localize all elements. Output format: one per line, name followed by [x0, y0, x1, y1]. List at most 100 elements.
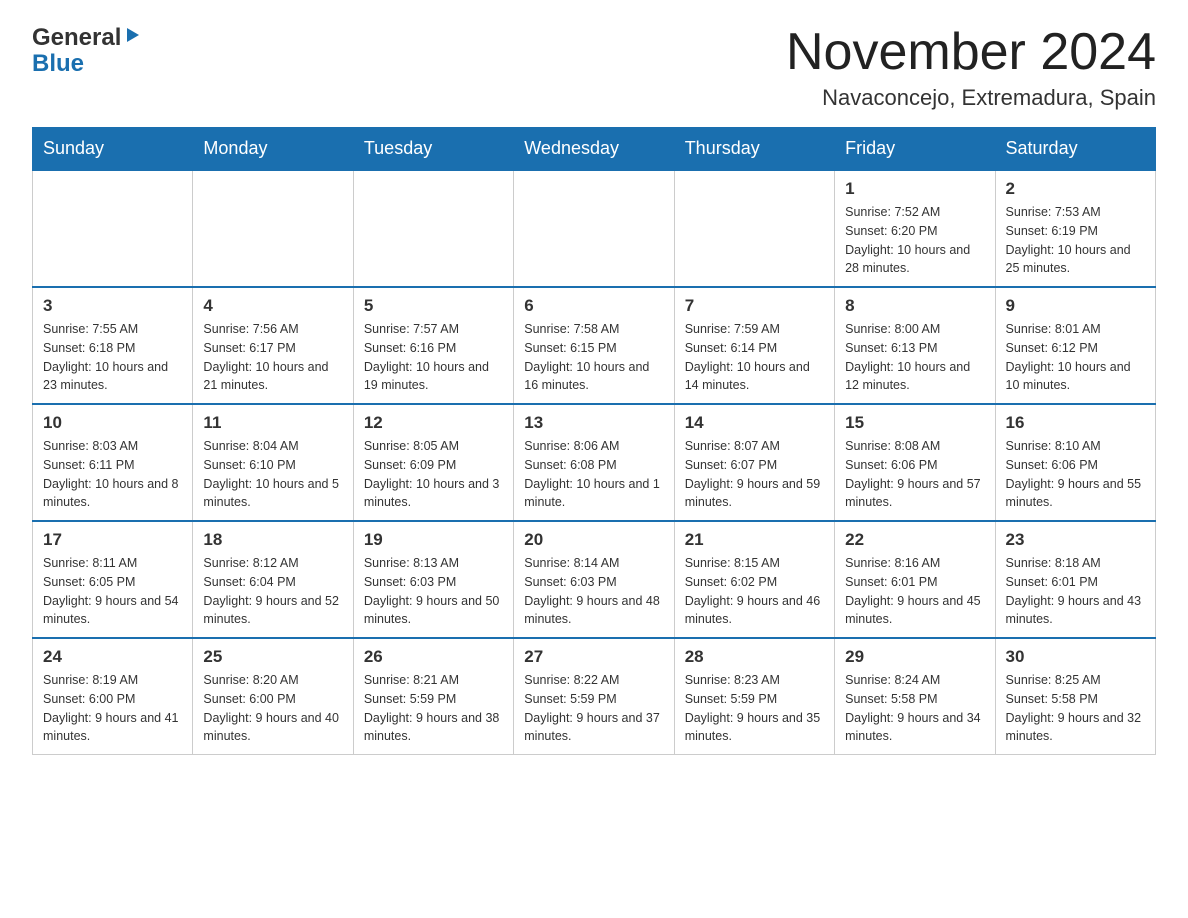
day-info: Sunrise: 7:53 AMSunset: 6:19 PMDaylight:… [1006, 203, 1145, 278]
calendar-cell: 30Sunrise: 8:25 AMSunset: 5:58 PMDayligh… [995, 638, 1155, 755]
calendar-cell: 21 Sunrise: 8:15 AMSunset: 6:02 PMDayligh… [674, 521, 834, 638]
calendar-cell: 7 Sunrise: 7:59 AMSunset: 6:14 PMDaylight… [674, 287, 834, 404]
calendar-cell: 22 Sunrise: 8:16 AMSunset: 6:01 PMDayligh… [835, 521, 995, 638]
day-info: Sunrise: 7:52 AMSunset: 6:20 PMDaylight:… [845, 203, 984, 278]
day-info: Sunrise: 8:24 AMSunset: 5:58 PMDaylight:… [845, 671, 984, 746]
day-number: 8 [845, 296, 984, 316]
day-info: Sunrise: 8:16 AMSunset: 6:01 PMDaylight:… [845, 554, 984, 629]
logo-triangle-icon [123, 26, 141, 49]
calendar-cell: 20 Sunrise: 8:14 AMSunset: 6:03 PMDayligh… [514, 521, 674, 638]
day-number: 25 [203, 647, 342, 667]
day-number: 1 [845, 179, 984, 199]
day-info: Sunrise: 8:22 AMSunset: 5:59 PMDaylight:… [524, 671, 663, 746]
logo-blue-text: Blue [32, 52, 84, 76]
weekday-header-row: SundayMondayTuesdayWednesdayThursdayFrid… [33, 128, 1156, 171]
calendar-cell: 9Sunrise: 8:01 AMSunset: 6:12 PMDaylight… [995, 287, 1155, 404]
day-info: Sunrise: 8:08 AMSunset: 6:06 PMDaylight:… [845, 437, 984, 512]
logo: General Blue [32, 24, 141, 76]
calendar-cell: 12Sunrise: 8:05 AMSunset: 6:09 PMDayligh… [353, 404, 513, 521]
day-number: 5 [364, 296, 503, 316]
week-row-3: 10Sunrise: 8:03 AMSunset: 6:11 PMDayligh… [33, 404, 1156, 521]
calendar-cell: 29 Sunrise: 8:24 AMSunset: 5:58 PMDayligh… [835, 638, 995, 755]
day-number: 24 [43, 647, 182, 667]
calendar-cell: 27 Sunrise: 8:22 AMSunset: 5:59 PMDayligh… [514, 638, 674, 755]
day-number: 29 [845, 647, 984, 667]
day-number: 15 [845, 413, 984, 433]
title-block: November 2024 Navaconcejo, Extremadura, … [786, 24, 1156, 111]
weekday-header-friday: Friday [835, 128, 995, 171]
day-info: Sunrise: 8:14 AMSunset: 6:03 PMDaylight:… [524, 554, 663, 629]
day-number: 27 [524, 647, 663, 667]
calendar-cell: 26Sunrise: 8:21 AMSunset: 5:59 PMDayligh… [353, 638, 513, 755]
calendar-cell: 16 Sunrise: 8:10 AMSunset: 6:06 PMDayligh… [995, 404, 1155, 521]
day-number: 19 [364, 530, 503, 550]
calendar-cell: 17Sunrise: 8:11 AMSunset: 6:05 PMDayligh… [33, 521, 193, 638]
day-info: Sunrise: 8:20 AMSunset: 6:00 PMDaylight:… [203, 671, 342, 746]
calendar-cell: 6 Sunrise: 7:58 AMSunset: 6:15 PMDaylight… [514, 287, 674, 404]
calendar-cell: 4 Sunrise: 7:56 AMSunset: 6:17 PMDaylight… [193, 287, 353, 404]
day-info: Sunrise: 8:12 AMSunset: 6:04 PMDaylight:… [203, 554, 342, 629]
day-number: 6 [524, 296, 663, 316]
calendar-cell [193, 170, 353, 287]
calendar-cell: 18 Sunrise: 8:12 AMSunset: 6:04 PMDayligh… [193, 521, 353, 638]
day-number: 2 [1006, 179, 1145, 199]
calendar-cell: 19 Sunrise: 8:13 AMSunset: 6:03 PMDayligh… [353, 521, 513, 638]
calendar-cell: 28Sunrise: 8:23 AMSunset: 5:59 PMDayligh… [674, 638, 834, 755]
day-number: 28 [685, 647, 824, 667]
calendar-cell: 3Sunrise: 7:55 AMSunset: 6:18 PMDaylight… [33, 287, 193, 404]
calendar-cell: 14Sunrise: 8:07 AMSunset: 6:07 PMDayligh… [674, 404, 834, 521]
day-number: 30 [1006, 647, 1145, 667]
day-number: 14 [685, 413, 824, 433]
day-number: 13 [524, 413, 663, 433]
calendar-cell: 10Sunrise: 8:03 AMSunset: 6:11 PMDayligh… [33, 404, 193, 521]
week-row-2: 3Sunrise: 7:55 AMSunset: 6:18 PMDaylight… [33, 287, 1156, 404]
day-info: Sunrise: 8:04 AMSunset: 6:10 PMDaylight:… [203, 437, 342, 512]
day-info: Sunrise: 8:19 AMSunset: 6:00 PMDaylight:… [43, 671, 182, 746]
day-number: 7 [685, 296, 824, 316]
calendar-cell: 23 Sunrise: 8:18 AMSunset: 6:01 PMDayligh… [995, 521, 1155, 638]
calendar-cell [514, 170, 674, 287]
calendar-cell: 25 Sunrise: 8:20 AMSunset: 6:00 PMDayligh… [193, 638, 353, 755]
day-info: Sunrise: 7:58 AMSunset: 6:15 PMDaylight:… [524, 320, 663, 395]
week-row-4: 17Sunrise: 8:11 AMSunset: 6:05 PMDayligh… [33, 521, 1156, 638]
weekday-header-monday: Monday [193, 128, 353, 171]
calendar-cell: 2 Sunrise: 7:53 AMSunset: 6:19 PMDaylight… [995, 170, 1155, 287]
day-info: Sunrise: 8:03 AMSunset: 6:11 PMDaylight:… [43, 437, 182, 512]
day-number: 26 [364, 647, 503, 667]
calendar-cell: 1 Sunrise: 7:52 AMSunset: 6:20 PMDaylight… [835, 170, 995, 287]
day-number: 18 [203, 530, 342, 550]
calendar-cell: 15 Sunrise: 8:08 AMSunset: 6:06 PMDayligh… [835, 404, 995, 521]
day-number: 23 [1006, 530, 1145, 550]
day-info: Sunrise: 8:06 AMSunset: 6:08 PMDaylight:… [524, 437, 663, 512]
day-info: Sunrise: 7:59 AMSunset: 6:14 PMDaylight:… [685, 320, 824, 395]
day-info: Sunrise: 8:18 AMSunset: 6:01 PMDaylight:… [1006, 554, 1145, 629]
day-info: Sunrise: 8:11 AMSunset: 6:05 PMDaylight:… [43, 554, 182, 629]
page-header: General Blue November 2024 Navaconcejo, … [32, 24, 1156, 111]
calendar-table: SundayMondayTuesdayWednesdayThursdayFrid… [32, 127, 1156, 755]
weekday-header-sunday: Sunday [33, 128, 193, 171]
day-number: 3 [43, 296, 182, 316]
weekday-header-wednesday: Wednesday [514, 128, 674, 171]
day-info: Sunrise: 7:57 AMSunset: 6:16 PMDaylight:… [364, 320, 503, 395]
day-number: 16 [1006, 413, 1145, 433]
day-info: Sunrise: 8:15 AMSunset: 6:02 PMDaylight:… [685, 554, 824, 629]
calendar-cell: 11 Sunrise: 8:04 AMSunset: 6:10 PMDayligh… [193, 404, 353, 521]
month-title: November 2024 [786, 24, 1156, 81]
calendar-cell: 13 Sunrise: 8:06 AMSunset: 6:08 PMDayligh… [514, 404, 674, 521]
week-row-5: 24 Sunrise: 8:19 AMSunset: 6:00 PMDayligh… [33, 638, 1156, 755]
day-number: 22 [845, 530, 984, 550]
calendar-cell [674, 170, 834, 287]
day-number: 4 [203, 296, 342, 316]
day-number: 20 [524, 530, 663, 550]
week-row-1: 1 Sunrise: 7:52 AMSunset: 6:20 PMDaylight… [33, 170, 1156, 287]
day-info: Sunrise: 8:05 AMSunset: 6:09 PMDaylight:… [364, 437, 503, 512]
day-number: 11 [203, 413, 342, 433]
day-number: 9 [1006, 296, 1145, 316]
day-info: Sunrise: 7:56 AMSunset: 6:17 PMDaylight:… [203, 320, 342, 395]
calendar-cell [353, 170, 513, 287]
calendar-cell: 8Sunrise: 8:00 AMSunset: 6:13 PMDaylight… [835, 287, 995, 404]
day-info: Sunrise: 8:13 AMSunset: 6:03 PMDaylight:… [364, 554, 503, 629]
day-info: Sunrise: 8:10 AMSunset: 6:06 PMDaylight:… [1006, 437, 1145, 512]
weekday-header-thursday: Thursday [674, 128, 834, 171]
day-number: 21 [685, 530, 824, 550]
